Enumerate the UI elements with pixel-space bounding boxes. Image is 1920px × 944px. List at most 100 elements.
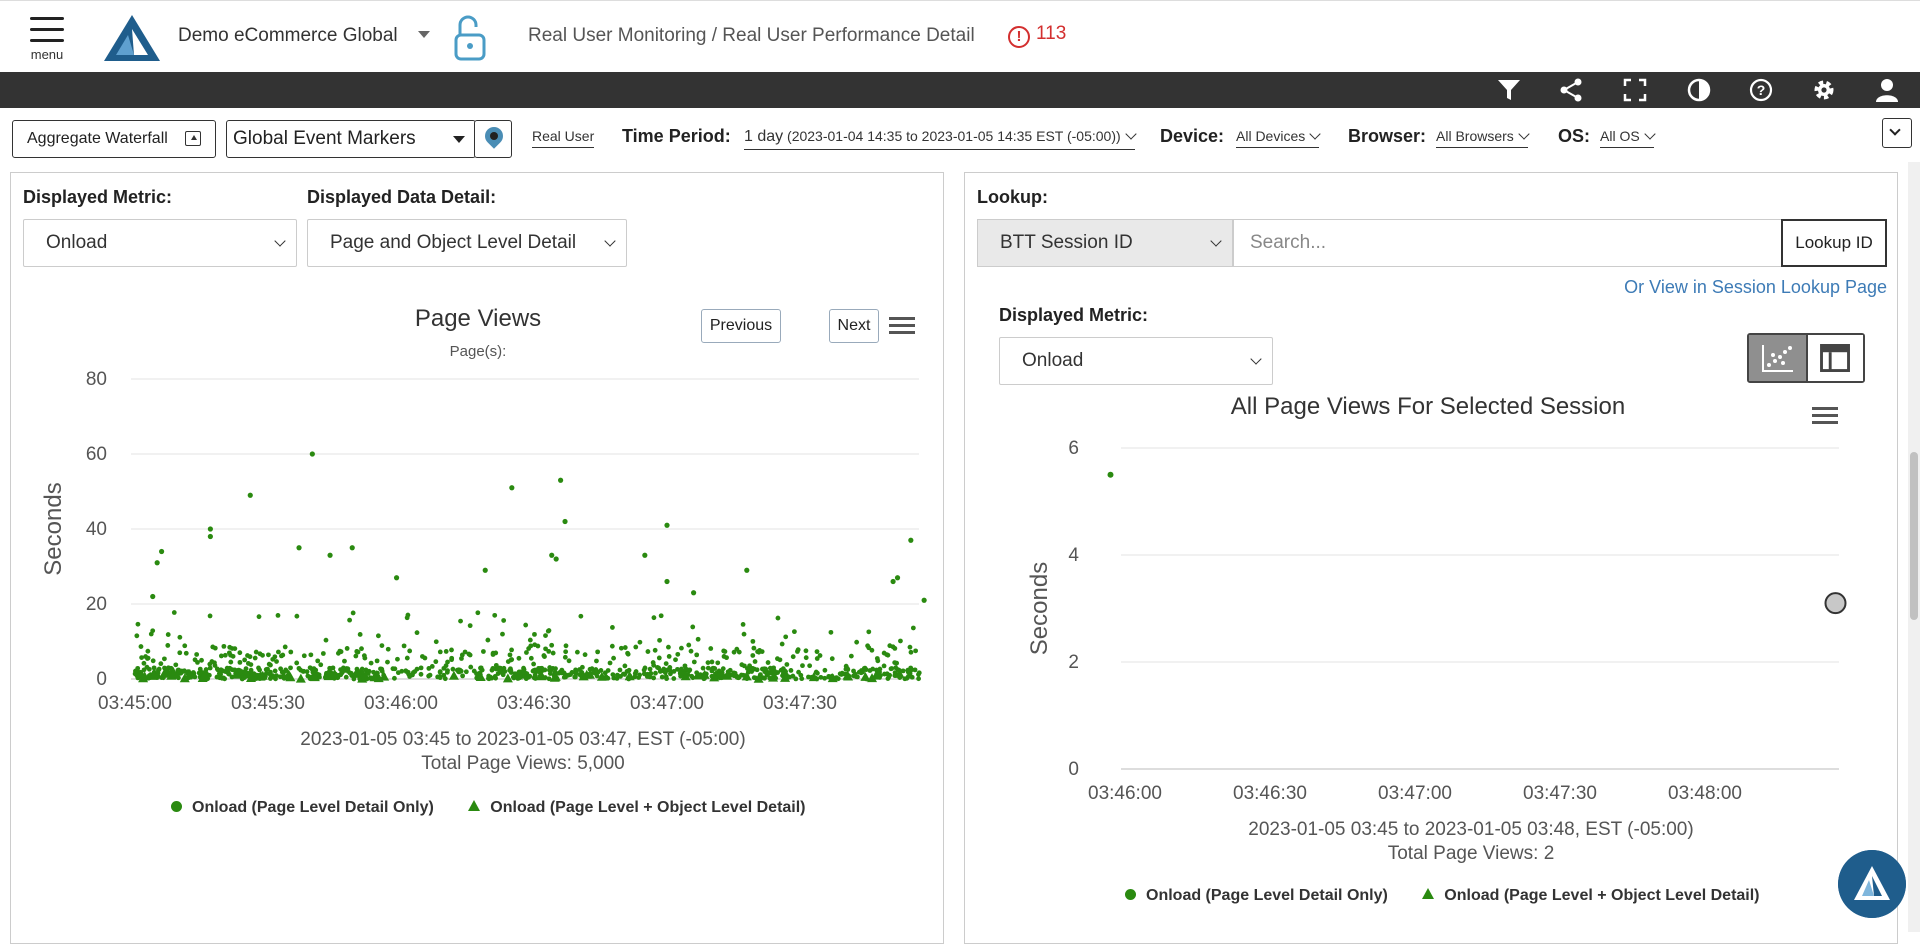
event-markers-select[interactable]: Global Event Markers: [226, 120, 476, 158]
user-icon[interactable]: [1874, 77, 1900, 103]
data-point: [593, 667, 599, 672]
unlock-icon[interactable]: [452, 13, 488, 63]
data-point: [550, 650, 556, 656]
data-point: [715, 660, 721, 666]
data-point: [154, 560, 160, 566]
data-point: [898, 638, 903, 644]
time-period-select[interactable]: 1 day (2023-01-04 14:35 to 2023-01-05 14…: [744, 128, 1137, 150]
chevron-down-icon: [1210, 235, 1222, 247]
displayed-data-detail-select[interactable]: Page and Object Level Detail: [307, 219, 627, 267]
session-lookup-link[interactable]: Or View in Session Lookup Page: [1624, 277, 1887, 298]
data-point: [754, 667, 760, 673]
data-point: [449, 647, 454, 653]
data-point: [656, 655, 662, 661]
data-point: [803, 655, 809, 661]
data-point: [237, 650, 243, 656]
data-point: [543, 646, 548, 652]
fullscreen-icon[interactable]: [1622, 77, 1648, 103]
data-point: [228, 659, 234, 665]
help-chat-button[interactable]: [1838, 850, 1906, 918]
data-point: [622, 645, 628, 650]
data-point: [913, 648, 919, 654]
account-name[interactable]: Demo eCommerce Global: [178, 25, 398, 47]
data-point: [741, 631, 747, 637]
data-point: [327, 552, 333, 558]
data-point: [788, 668, 794, 673]
lookup-id-button[interactable]: Lookup ID: [1781, 219, 1887, 267]
settings-icon[interactable]: [1811, 77, 1837, 103]
device-label: Device:: [1160, 126, 1225, 146]
aggregate-waterfall-button[interactable]: Aggregate Waterfall: [12, 120, 216, 158]
next-button[interactable]: Next: [829, 309, 879, 343]
lookup-search-input[interactable]: Search...: [1233, 219, 1783, 267]
data-point: [272, 668, 278, 674]
help-icon[interactable]: ?: [1748, 77, 1774, 103]
data-point: [467, 652, 473, 658]
alert-badge[interactable]: ! 113: [1008, 23, 1066, 48]
scatter-view-icon[interactable]: [1749, 335, 1806, 381]
x-tick-label: 03:46:00: [1088, 783, 1162, 804]
data-point: [779, 641, 785, 647]
legend-item-page-level[interactable]: Onload (Page Level Detail Only): [1125, 887, 1388, 905]
data-point: [490, 650, 496, 656]
legend-item-object-level[interactable]: Onload (Page Level + Object Level Detail…: [468, 799, 806, 817]
data-point: [266, 652, 271, 658]
data-point: [817, 653, 823, 658]
data-point: [750, 665, 756, 671]
data-point: [752, 659, 758, 664]
data-point: [793, 676, 799, 682]
os-select[interactable]: All OS: [1600, 128, 1656, 148]
chart-menu-icon[interactable]: [1812, 405, 1838, 427]
session-page-views-chart[interactable]: 0 2 4 6 03:46:00 03:46:30 03:47:00 03:47:30 03:4…: [965, 433, 1895, 903]
breadcrumb: Real User Monitoring / Real User Perform…: [528, 25, 975, 46]
lookup-type-select[interactable]: BTT Session ID: [977, 219, 1233, 267]
data-point: [617, 667, 623, 673]
data-point: [625, 650, 630, 656]
chart-title: All Page Views For Selected Session: [1230, 393, 1626, 420]
chart-menu-icon[interactable]: [889, 315, 915, 337]
lookup-label: Lookup:: [977, 187, 1048, 207]
share-icon[interactable]: [1558, 77, 1584, 103]
data-point: [908, 649, 914, 655]
event-marker-pin-button[interactable]: [474, 120, 512, 158]
data-point: [663, 661, 669, 666]
data-point: [750, 653, 756, 658]
page-scrollbar[interactable]: [1908, 162, 1920, 932]
data-point: [637, 639, 643, 645]
scrollbar-thumb[interactable]: [1910, 452, 1918, 620]
browser-select[interactable]: All Browsers: [1436, 128, 1530, 148]
data-point: [881, 650, 887, 656]
chevron-down-icon: [1889, 124, 1901, 136]
legend-item-page-level[interactable]: Onload (Page Level Detail Only): [171, 799, 434, 817]
data-point: [374, 658, 380, 664]
displayed-metric-select[interactable]: Onload: [999, 337, 1273, 385]
legend-item-object-level[interactable]: Onload (Page Level + Object Level Detail…: [1422, 887, 1760, 905]
data-point: [294, 660, 300, 666]
data-point: [449, 657, 455, 663]
collapse-filters-button[interactable]: [1882, 118, 1912, 148]
displayed-metric-select[interactable]: Onload: [23, 219, 297, 267]
data-point: [242, 657, 248, 663]
data-point: [705, 665, 711, 671]
data-point: [362, 655, 368, 661]
brand-logo-icon[interactable]: [104, 15, 160, 61]
device-select[interactable]: All Devices: [1236, 128, 1321, 148]
table-view-icon[interactable]: [1806, 335, 1863, 381]
data-point: [392, 675, 397, 681]
real-user-link[interactable]: Real User: [532, 128, 595, 148]
contrast-icon[interactable]: [1686, 77, 1712, 103]
hamburger-icon: [30, 15, 64, 43]
chart-subtitle: Page(s):: [449, 343, 507, 360]
data-point: [691, 659, 697, 665]
account-dropdown-icon[interactable]: [418, 31, 430, 38]
data-point: [485, 637, 491, 643]
page-views-chart[interactable]: 0 20 40 60 80 03:45:00 03:45:30 03:46:00 03:46:3…: [11, 363, 941, 843]
previous-button[interactable]: Previous: [701, 309, 781, 343]
menu-button[interactable]: menu: [24, 13, 70, 69]
data-point: [889, 666, 895, 671]
filter-icon[interactable]: [1496, 77, 1522, 103]
data-point: [349, 545, 355, 551]
browser-value: All Browsers: [1436, 128, 1514, 144]
data-point: [578, 613, 584, 619]
data-point: [679, 645, 684, 651]
